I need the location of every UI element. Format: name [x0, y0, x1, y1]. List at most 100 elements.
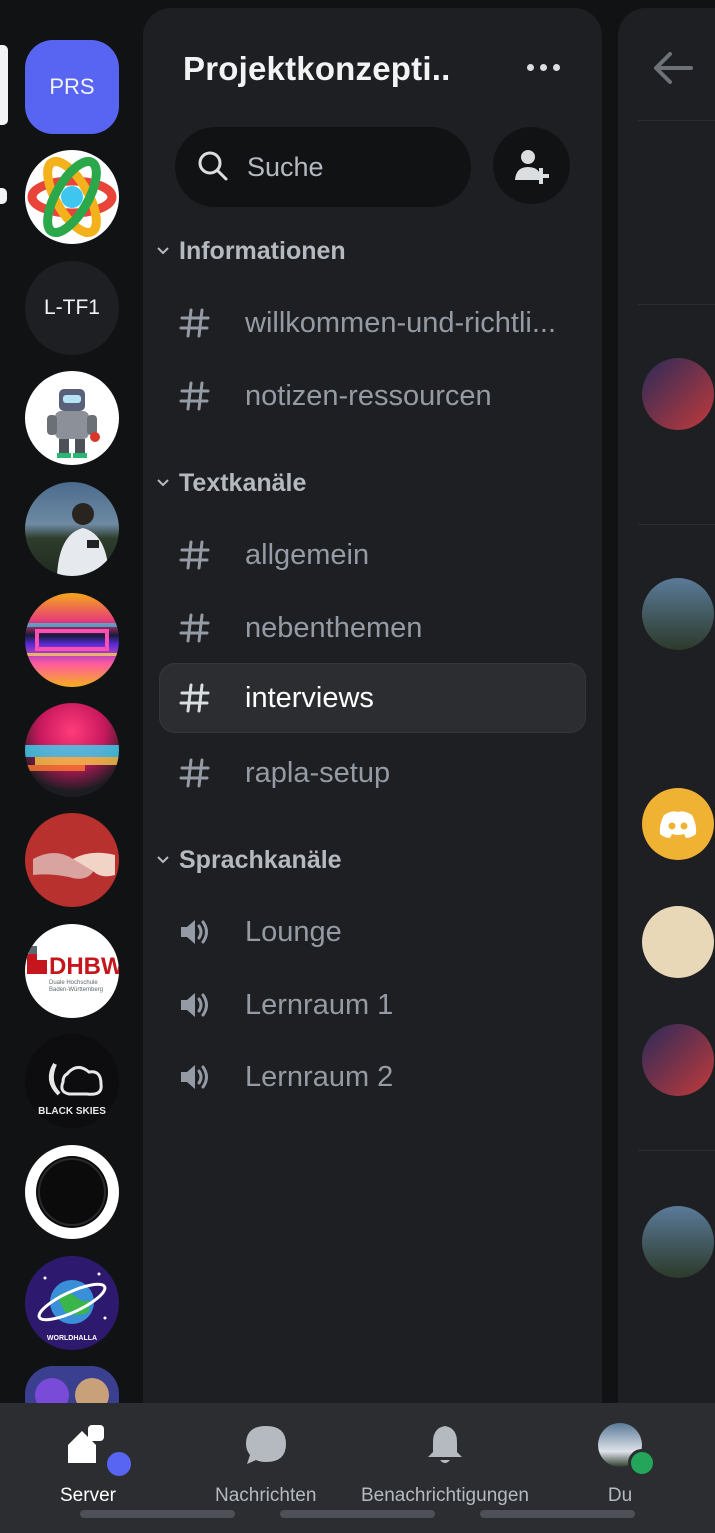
hashtag-icon [177, 680, 213, 716]
server-person-photo[interactable] [25, 482, 119, 576]
server-worldhalla[interactable]: WORLDHALLA [25, 1256, 119, 1350]
category-label: Sprachkanäle [179, 845, 342, 874]
channel-label: interviews [245, 681, 374, 714]
svg-text:BLACK SKIES: BLACK SKIES [38, 1106, 106, 1117]
color-burst-icon [25, 745, 119, 771]
nav-server[interactable]: Server [60, 1421, 134, 1507]
server-glitch-art[interactable] [25, 593, 119, 687]
search-input[interactable]: Suche [175, 127, 471, 207]
chat-bubble-icon [242, 1421, 290, 1469]
hashtag-icon [177, 537, 213, 573]
message-avatar[interactable] [642, 1024, 714, 1096]
nav-notifications[interactable]: Benachrichtigungen [361, 1421, 529, 1507]
channel-label: willkommen-und-richtli... [245, 306, 557, 339]
channel-label: nebenthemen [245, 611, 423, 644]
category-sprachkanaele[interactable]: Sprachkanäle [151, 840, 342, 880]
back-arrow-button[interactable] [648, 43, 698, 93]
chevron-down-icon [151, 239, 175, 263]
channel-notizen-ressourcen[interactable]: notizen-ressourcen [159, 361, 586, 431]
server-atom[interactable] [25, 150, 119, 244]
dot [526, 63, 534, 71]
category-textkanaele[interactable]: Textkanäle [151, 463, 306, 503]
server-black-skies[interactable]: BLACK SKIES [25, 1034, 119, 1128]
person-photo-icon [57, 503, 109, 576]
search-icon [197, 150, 229, 187]
bell-icon [421, 1421, 469, 1469]
svg-text:DHBW: DHBW [49, 953, 119, 980]
dot [552, 63, 560, 71]
message-avatar[interactable] [642, 578, 714, 650]
channel-label: rapla-setup [245, 756, 391, 789]
channel-willkommen-und-richtlinien[interactable]: willkommen-und-richtli... [159, 288, 586, 358]
add-user-icon [514, 149, 549, 184]
nav-you-label: Du [607, 1485, 633, 1506]
message-avatar[interactable] [642, 906, 714, 978]
channel-label: notizen-ressourcen [245, 379, 492, 412]
discord-avatar[interactable] [642, 788, 714, 860]
category-label: Informationen [179, 236, 346, 265]
server-handshake[interactable] [25, 813, 119, 907]
discord-icon [659, 811, 697, 838]
server-l-tf1[interactable]: L-TF1 [25, 261, 119, 355]
unread-server-indicator [0, 188, 7, 204]
channel-label: allgemein [245, 538, 370, 571]
divider [638, 120, 715, 121]
invite-members-button[interactable] [493, 127, 570, 204]
chevron-down-icon [151, 471, 175, 495]
gesture-bar [80, 1510, 235, 1518]
search-placeholder: Suche [247, 152, 324, 182]
speaker-icon [177, 987, 213, 1023]
nav-server-label: Server [60, 1485, 116, 1506]
nav-messages-label: Nachrichten [215, 1485, 317, 1506]
voice-channel-lounge[interactable]: Lounge [159, 897, 586, 967]
channel-label: Lernraum 2 [245, 1060, 394, 1093]
worldhalla-logo-icon: WORLDHALLA [37, 1272, 107, 1342]
speaker-icon [177, 914, 213, 950]
selected-server-indicator [0, 45, 8, 125]
channel-panel: Projektkonzepti.. Suche Informationen wi… [143, 8, 602, 1403]
server-rail: PRS L-TF1 DHBW Duale Hochschule Baden-Wü… [0, 0, 143, 1403]
message-avatar[interactable] [642, 358, 714, 430]
server-ring[interactable] [25, 1145, 119, 1239]
voice-channel-lernraum-1[interactable]: Lernraum 1 [159, 970, 586, 1040]
server-l-tf1-label: L-TF1 [43, 296, 100, 319]
status-dot [103, 1449, 134, 1479]
message-avatar[interactable] [642, 1206, 714, 1278]
robot-avatar-icon [47, 389, 100, 458]
server-folder[interactable] [25, 1366, 119, 1403]
guild-name[interactable]: Projektkonzepti.. [183, 50, 450, 88]
nav-messages[interactable]: Nachrichten [215, 1421, 316, 1507]
gesture-bar [280, 1510, 435, 1518]
online-status-dot [628, 1449, 656, 1477]
svg-text:Baden-Württemberg: Baden-Württemberg [49, 987, 103, 993]
voice-channel-lernraum-2[interactable]: Lernraum 2 [159, 1042, 586, 1112]
dot [539, 63, 547, 71]
speaker-icon [177, 1059, 213, 1095]
chat-peek[interactable] [618, 8, 715, 1403]
user-avatar [596, 1421, 656, 1477]
atom-icon [27, 156, 117, 238]
server-robot[interactable] [25, 371, 119, 465]
channel-interviews[interactable]: interviews [159, 663, 586, 733]
nav-you[interactable]: Du [596, 1421, 656, 1507]
handshake-icon [33, 852, 115, 879]
channel-allgemein[interactable]: allgemein [159, 520, 586, 590]
black-skies-logo-icon: BLACK SKIES [38, 1062, 106, 1117]
category-informationen[interactable]: Informationen [151, 231, 346, 271]
server-home-icon [64, 1421, 134, 1479]
channel-nebenthemen[interactable]: nebenthemen [159, 593, 586, 663]
hashtag-icon [177, 378, 213, 414]
more-options-button[interactable] [513, 52, 573, 82]
nav-notifications-label: Benachrichtigungen [361, 1485, 529, 1506]
server-prs[interactable]: PRS [25, 40, 119, 134]
channel-rapla-setup[interactable]: rapla-setup [159, 738, 586, 808]
server-dhbw[interactable]: DHBW Duale Hochschule Baden-Württemberg [25, 924, 119, 1018]
divider [638, 304, 715, 305]
ring-icon [36, 1156, 108, 1228]
svg-text:WORLDHALLA: WORLDHALLA [47, 1335, 97, 1342]
server-color-burst[interactable] [25, 703, 119, 797]
channel-label: Lounge [245, 915, 342, 948]
category-label: Textkanäle [179, 468, 307, 497]
hashtag-icon [177, 305, 213, 341]
channel-label: Lernraum 1 [245, 988, 394, 1021]
